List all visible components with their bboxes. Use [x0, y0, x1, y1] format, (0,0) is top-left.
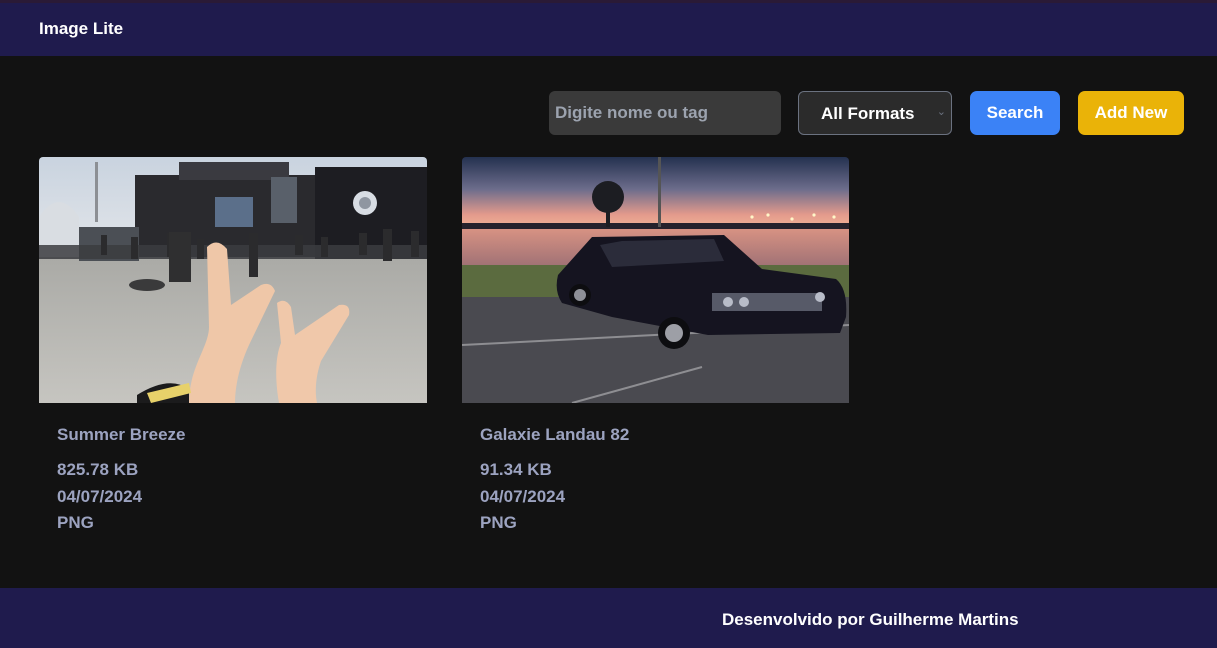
app-header: Image Lite	[0, 3, 1217, 56]
image-card[interactable]: Galaxie Landau 82 91.34 KB 04/07/2024 PN…	[462, 157, 849, 547]
image-card[interactable]: Summer Breeze 825.78 KB 04/07/2024 PNG	[39, 157, 427, 547]
app-footer: Desenvolvido por Guilherme Martins	[0, 588, 1217, 648]
app-title[interactable]: Image Lite	[39, 19, 123, 39]
classic-car-image	[462, 157, 849, 403]
concert-crowd-photo[interactable]	[39, 157, 427, 403]
card-upload-date: 04/07/2024	[480, 487, 566, 506]
card-file-extension: PNG	[480, 513, 517, 532]
concert-crowd-image	[39, 157, 427, 403]
main-content: All Formats ⌄ Search Add New	[0, 56, 1217, 588]
card-file-size: 91.34 KB	[480, 460, 552, 479]
search-button[interactable]: Search	[970, 91, 1060, 135]
card-file-extension: PNG	[57, 513, 94, 532]
add-new-button[interactable]: Add New	[1078, 91, 1184, 135]
card-upload-date: 04/07/2024	[57, 487, 143, 506]
format-select-value: All Formats	[821, 104, 915, 123]
classic-car-sunset-photo[interactable]	[462, 157, 849, 403]
card-title: Galaxie Landau 82	[480, 425, 630, 444]
card-title: Summer Breeze	[57, 425, 186, 444]
search-input[interactable]	[549, 91, 781, 135]
footer-credit: Desenvolvido por Guilherme Martins	[722, 610, 1019, 629]
chevron-down-icon: ⌄	[936, 106, 946, 118]
card-file-size: 825.78 KB	[57, 460, 139, 479]
format-select[interactable]: All Formats ⌄	[798, 91, 952, 135]
